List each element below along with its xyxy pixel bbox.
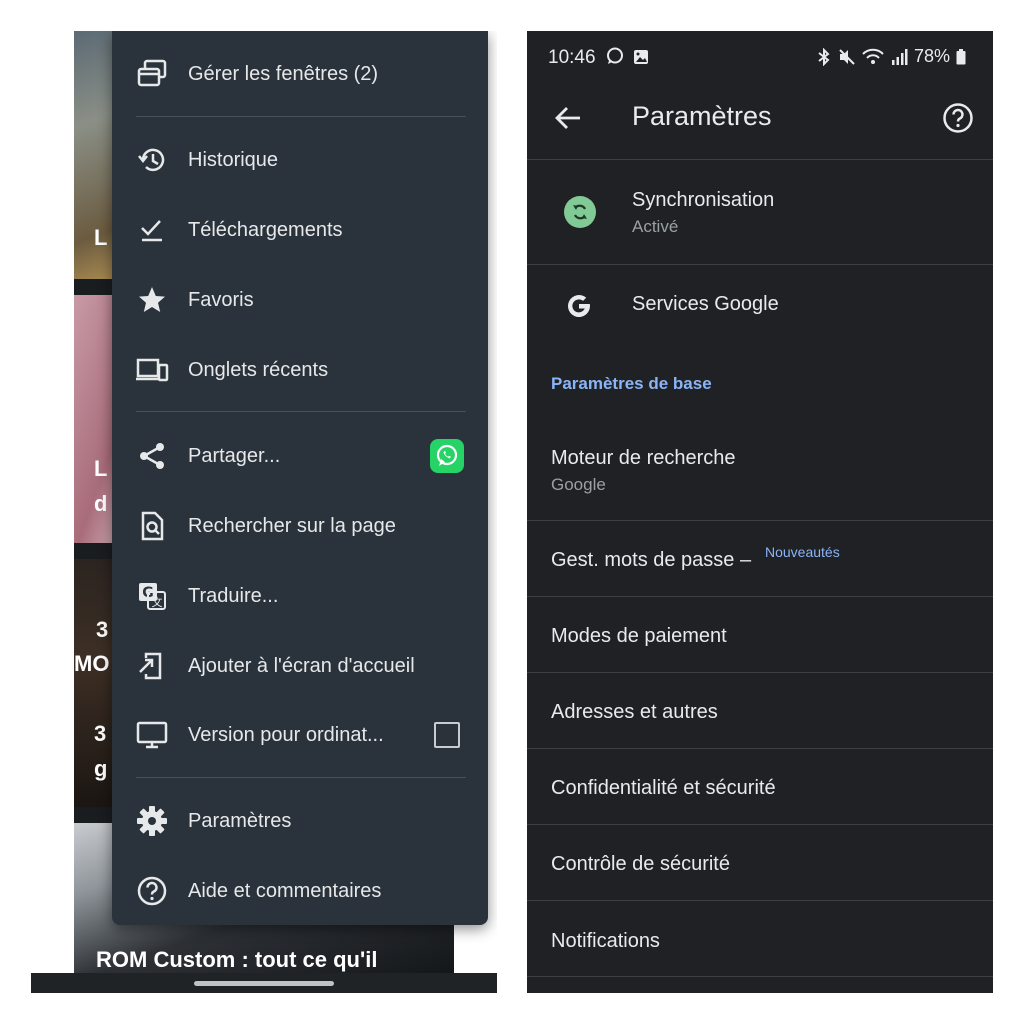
settings-row-title: Modes de paiement (551, 625, 727, 647)
whatsapp-icon[interactable] (430, 439, 464, 473)
menu-item-desktop-site[interactable]: Version pour ordinat... (112, 705, 488, 765)
settings-row-privacy[interactable]: Confidentialité et sécurité (527, 749, 993, 824)
settings-row-title: Adresses et autres (551, 701, 718, 723)
wifi-icon (862, 48, 884, 64)
settings-row-title: Synchronisation (632, 189, 775, 211)
menu-label: Partager... (188, 444, 281, 467)
settings-row-title: Contrôle de sécurité (551, 853, 730, 875)
menu-label: Favoris (188, 288, 254, 311)
article-title-fragment: 3 (94, 721, 107, 746)
page-title: Paramètres (632, 101, 772, 131)
new-badge: Nouveautés (765, 544, 840, 560)
translate-icon: G文 (134, 578, 170, 614)
article-title-fragment: L (94, 456, 108, 481)
settings-row-search-engine[interactable]: Moteur de recherche Google (527, 427, 993, 519)
menu-item-help[interactable]: Aide et commentaires (112, 861, 488, 921)
settings-row-google-services[interactable]: Services Google (527, 265, 993, 349)
monitor-icon (134, 717, 170, 753)
settings-row-subtitle: Google (551, 475, 606, 494)
status-icons: 78% (816, 46, 966, 67)
menu-item-downloads[interactable]: Téléchargements (112, 200, 488, 260)
menu-item-share[interactable]: Partager... (112, 426, 488, 486)
bluetooth-icon (818, 47, 830, 66)
app-bar: Paramètres (527, 81, 993, 159)
menu-divider (136, 777, 466, 778)
menu-label: Version pour ordinat... (188, 723, 384, 746)
share-icon (134, 438, 170, 474)
battery-level: 78% (913, 46, 950, 66)
clock-text: 10:46 (548, 47, 596, 68)
gallery-notification-icon (634, 50, 649, 64)
menu-item-bookmarks[interactable]: Favoris (112, 270, 488, 330)
article-title-fragment: g (94, 756, 108, 781)
settings-row-title: Services Google (632, 293, 779, 315)
menu-label: Aide et commentaires (188, 879, 382, 902)
help-icon[interactable] (941, 101, 975, 135)
svg-text:文: 文 (152, 595, 163, 609)
article-title-fragment: MO (74, 651, 110, 676)
menu-item-manage-windows[interactable]: Gérer les fenêtres (2) (112, 44, 488, 104)
settings-row-title: Moteur de recherche (551, 447, 736, 469)
find-in-page-icon (134, 508, 170, 544)
star-icon (134, 282, 170, 318)
article-title[interactable]: ROM Custom : tout ce qu'il (96, 947, 377, 973)
gear-icon (134, 803, 170, 839)
menu-label: Ajouter à l'écran d'accueil (188, 654, 415, 677)
menu-label: Rechercher sur la page (188, 514, 396, 537)
settings-row-payments[interactable]: Modes de paiement (527, 597, 993, 672)
mute-icon (839, 48, 855, 65)
settings-row-safety-check[interactable]: Contrôle de sécurité (527, 825, 993, 900)
section-header-basic: Paramètres de base (551, 374, 712, 393)
menu-label: Téléchargements (188, 218, 343, 241)
devices-icon (134, 352, 170, 388)
divider (527, 976, 993, 977)
settings-row-subtitle: Activé (632, 217, 679, 236)
article-title-fragment: 3 (96, 617, 109, 642)
menu-divider (136, 411, 466, 412)
menu-divider (136, 116, 466, 117)
desktop-site-checkbox[interactable] (434, 722, 460, 748)
settings-row-title: Notifications (551, 930, 660, 952)
menu-label: Traduire... (188, 584, 279, 607)
settings-row-notifications[interactable]: Notifications (527, 901, 993, 976)
history-icon (134, 142, 170, 178)
settings-row-title: Confidentialité et sécurité (551, 777, 776, 799)
menu-item-recent-tabs[interactable]: Onglets récents (112, 340, 488, 400)
add-to-home-screen-icon (134, 648, 170, 684)
battery-icon (956, 48, 966, 64)
google-g-icon (568, 295, 590, 318)
settings-screen: 10:46 78% Paramètres Synchronisation Act… (527, 31, 993, 993)
overflow-menu: Gérer les fenêtres (2) Historique Téléch… (112, 31, 488, 925)
sync-icon (564, 196, 596, 228)
settings-row-addresses[interactable]: Adresses et autres (527, 673, 993, 748)
article-title-fragment: L (94, 225, 108, 250)
menu-label: Historique (188, 148, 279, 171)
status-time: 10:46 (548, 46, 650, 69)
menu-label: Paramètres (188, 809, 292, 832)
settings-row-sync[interactable]: Synchronisation Activé (527, 160, 993, 264)
whatsapp-notification-icon (606, 47, 623, 64)
menu-item-history[interactable]: Historique (112, 130, 488, 190)
menu-label: Onglets récents (188, 358, 329, 381)
back-arrow-icon[interactable] (553, 103, 583, 133)
downloads-check-icon (134, 212, 170, 248)
menu-item-find-in-page[interactable]: Rechercher sur la page (112, 496, 488, 556)
menu-item-translate[interactable]: G文 Traduire... (112, 566, 488, 626)
menu-item-add-to-home[interactable]: Ajouter à l'écran d'accueil (112, 636, 488, 696)
help-icon (134, 873, 170, 909)
signal-icon (891, 48, 908, 65)
menu-item-settings[interactable]: Paramètres (112, 791, 488, 851)
article-title-fragment: d (94, 491, 108, 516)
settings-row-title: Gest. mots de passe – (551, 549, 752, 571)
menu-label: Gérer les fenêtres (2) (188, 62, 379, 85)
settings-row-passwords[interactable]: Gest. mots de passe – (527, 521, 993, 596)
windows-icon (134, 56, 170, 92)
home-gesture-handle[interactable] (194, 981, 334, 986)
status-bar: 10:46 78% (527, 31, 993, 81)
chrome-menu-screen: L L d 3 MO 3 g ROM Custom : tout ce qu'i… (31, 31, 497, 993)
